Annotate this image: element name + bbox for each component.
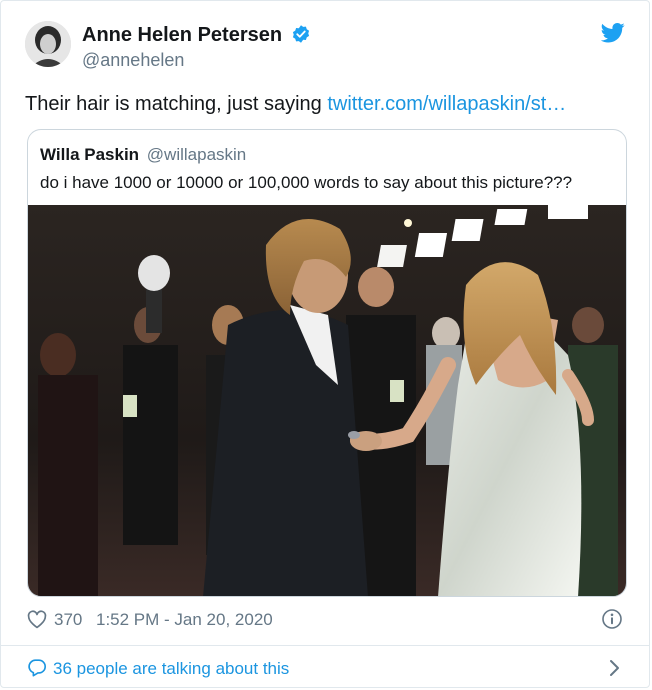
quoted-tweet[interactable]: Willa Paskin @willapaskin do i have 1000… bbox=[27, 129, 627, 597]
tweet-footer: 370 1:52 PM - Jan 20, 2020 bbox=[27, 607, 625, 633]
info-icon[interactable] bbox=[601, 608, 623, 630]
quoted-tweet-photo[interactable] bbox=[28, 205, 626, 596]
twitter-bird-icon[interactable] bbox=[600, 23, 625, 43]
chevron-right-icon[interactable] bbox=[609, 659, 621, 677]
author-display-name[interactable]: Anne Helen Petersen bbox=[82, 23, 282, 47]
speech-bubble-icon bbox=[27, 658, 47, 677]
avatar[interactable] bbox=[25, 21, 71, 67]
footer-divider bbox=[1, 645, 649, 646]
tweet-body: Their hair is matching, just saying bbox=[25, 93, 328, 115]
quoted-tweet-header: Willa Paskin @willapaskin bbox=[40, 144, 246, 166]
tweet-timestamp[interactable]: 1:52 PM - Jan 20, 2020 bbox=[96, 610, 273, 630]
like-count[interactable]: 370 bbox=[54, 610, 82, 630]
verified-badge-icon bbox=[291, 24, 311, 44]
tweet-header: Anne Helen Petersen @annehelen bbox=[25, 21, 625, 71]
tweet-link[interactable]: twitter.com/willapaskin/st… bbox=[327, 93, 566, 115]
heart-icon[interactable] bbox=[27, 610, 47, 629]
conversation-link[interactable]: 36 people are talking about this bbox=[27, 655, 625, 681]
author-block[interactable]: Anne Helen Petersen @annehelen bbox=[82, 23, 311, 71]
tweet-card: Anne Helen Petersen @annehelen Their hai… bbox=[0, 0, 650, 688]
conversation-label[interactable]: 36 people are talking about this bbox=[53, 659, 289, 679]
author-handle[interactable]: @annehelen bbox=[82, 49, 311, 71]
tweet-text: Their hair is matching, just saying twit… bbox=[25, 91, 625, 117]
quoted-tweet-text: do i have 1000 or 10000 or 100,000 words… bbox=[40, 173, 573, 192]
quoted-author-handle: @willapaskin bbox=[146, 145, 247, 164]
quoted-author-name: Willa Paskin bbox=[40, 145, 140, 164]
